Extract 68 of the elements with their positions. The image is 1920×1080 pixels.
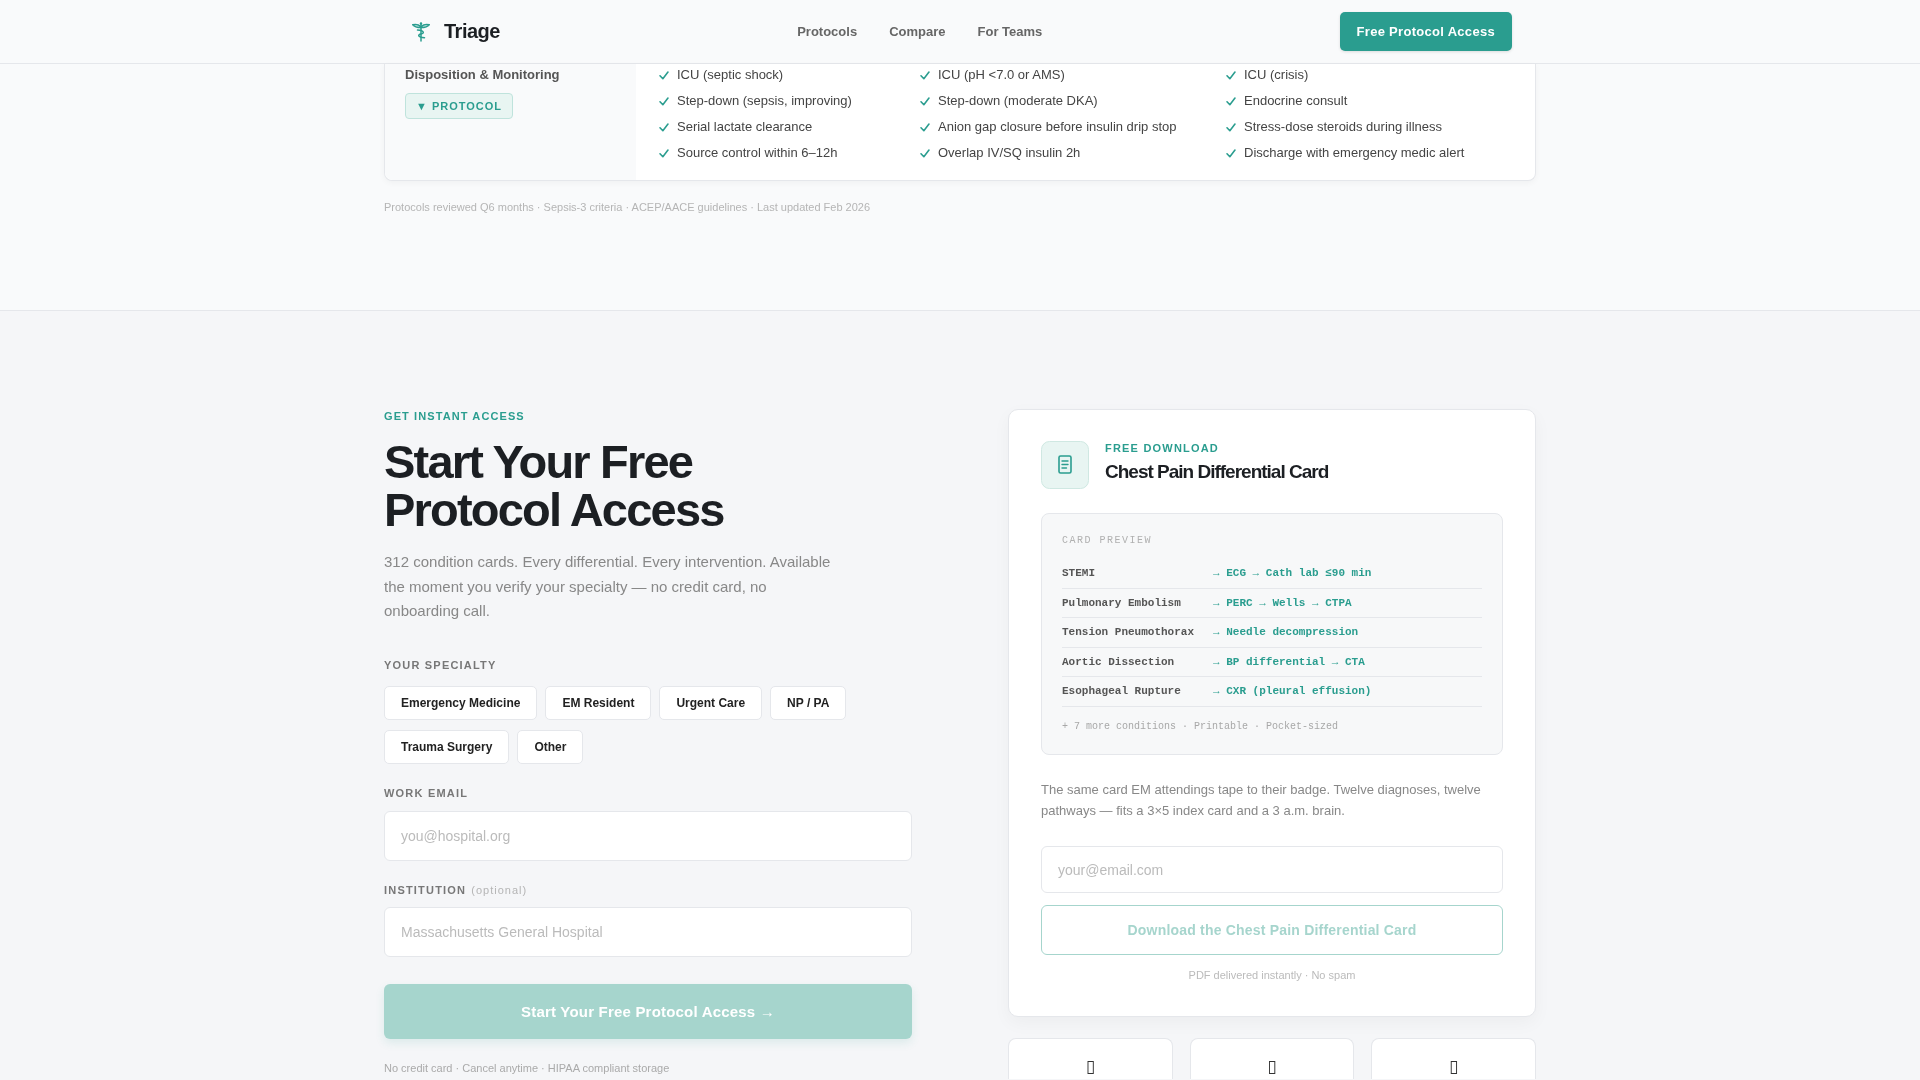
specialty-chip[interactable]: Urgent Care: [659, 685, 763, 720]
pathway-text: → BP differential → CTA: [1213, 654, 1365, 670]
checklist-item: ICU (pH <7.0 or AMS): [938, 66, 1065, 84]
checklist-item: Anion gap closure before insulin drip stop: [938, 118, 1177, 136]
checklist-item: Step-down (sepsis, improving): [677, 92, 852, 110]
tile-symbol: ▯: [1449, 1056, 1459, 1076]
checklist-item: Step-down (moderate DKA): [938, 92, 1098, 110]
specialty-chip[interactable]: NP / PA: [770, 685, 847, 720]
page-heading: Start Your Free Protocol Access: [384, 438, 725, 534]
form-footnote: No credit card · Cancel anytime · HIPAA compliant storage: [384, 1060, 670, 1075]
condition-name: Pulmonary Embolism: [1062, 595, 1181, 611]
card-title: Chest Pain Differential Card: [1105, 460, 1329, 484]
card-eyebrow: FREE DOWNLOAD: [1105, 441, 1219, 455]
row-label: Disposition & Monitoring: [405, 66, 560, 84]
card-description: The same card EM attendings tape to their badge. Twelve diagnoses, twelve pathways — fits a 3×5 index card and a 3 a.m. brain.: [1041, 781, 1482, 820]
check-icon: [1226, 70, 1236, 80]
intro-text: 312 condition cards. Every differential. Every intervention. Available the moment you verify your specialty — no credit card, no onboarding call.: [384, 552, 832, 621]
check-icon: [659, 70, 669, 80]
preview-label: CARD PREVIEW: [1062, 534, 1152, 548]
checklist-item: Endocrine consult: [1244, 92, 1348, 110]
checklist-item: Serial lactate clearance: [677, 118, 813, 136]
checklist-item: Discharge with emergency medic alert: [1244, 144, 1465, 162]
check-icon: [920, 70, 930, 80]
brand-name[interactable]: Triage: [444, 20, 500, 43]
field-label: INSTITUTION: [384, 882, 467, 897]
caduceus-icon[interactable]: [412, 21, 430, 42]
check-icon: [1226, 96, 1236, 106]
checklist-item: Overlap IV/SQ insulin 2h: [938, 144, 1081, 162]
input-field[interactable]: you@hospital.org: [384, 810, 912, 861]
checklist-item: Stress-dose steroids during illness: [1244, 118, 1442, 136]
condition-name: Tension Pneumothorax: [1062, 625, 1195, 640]
check-icon: [920, 96, 930, 106]
document-icon: [1041, 441, 1089, 489]
pathway-text: → ECG → Cath lab ≤90 min: [1213, 566, 1372, 581]
check-icon: [659, 96, 669, 106]
table-footnote: Protocols reviewed Q6 months · Sepsis-3 criteria · ACEP/AACE guidelines · Last updated Feb 2026: [384, 200, 871, 214]
pathway-text: → CXR (pleural effusion): [1213, 684, 1372, 699]
input-field[interactable]: Massachusetts General Hospital: [384, 906, 912, 957]
nav-link[interactable]: For Teams: [977, 24, 1043, 39]
field-label: WORK EMAIL: [384, 785, 469, 800]
checklist-item: Source control within 6–12h: [677, 144, 838, 162]
field-label: YOUR SPECIALTY: [384, 657, 497, 672]
checklist-item: ICU (septic shock): [677, 66, 784, 84]
check-icon: [920, 122, 930, 132]
specialty-chip[interactable]: Other: [517, 729, 584, 764]
check-icon: [1226, 148, 1236, 158]
check-icon: [659, 148, 669, 158]
pathway-text: → PERC → Wells → CTPA: [1213, 595, 1352, 611]
preview-footnote: + 7 more conditions · Printable · Pocket-sized: [1062, 720, 1339, 734]
condition-name: Aortic Dissection: [1062, 654, 1175, 670]
check-icon: [920, 148, 930, 158]
input-field[interactable]: your@email.com: [1041, 846, 1503, 893]
check-icon: [659, 122, 669, 132]
card-footnote: PDF delivered instantly · No spam: [1188, 968, 1356, 982]
tile-symbol: ▯: [1267, 1056, 1277, 1076]
specialty-chip[interactable]: Emergency Medicine: [384, 685, 538, 720]
checklist-item: ICU (crisis): [1244, 66, 1309, 84]
condition-name: STEMI: [1062, 566, 1095, 581]
optional-hint: (optional): [471, 882, 528, 897]
nav-link[interactable]: Compare: [889, 24, 946, 39]
section-eyebrow: GET INSTANT ACCESS: [384, 409, 525, 423]
pathway-text: → Needle decompression: [1213, 625, 1359, 640]
specialty-chip[interactable]: EM Resident: [545, 685, 652, 720]
nav-link[interactable]: Protocols: [797, 24, 858, 39]
tile-symbol: ▯: [1085, 1056, 1095, 1076]
condition-name: Esophageal Rupture: [1062, 684, 1181, 699]
specialty-chip[interactable]: Trauma Surgery: [384, 729, 510, 764]
check-icon: [1226, 122, 1236, 132]
